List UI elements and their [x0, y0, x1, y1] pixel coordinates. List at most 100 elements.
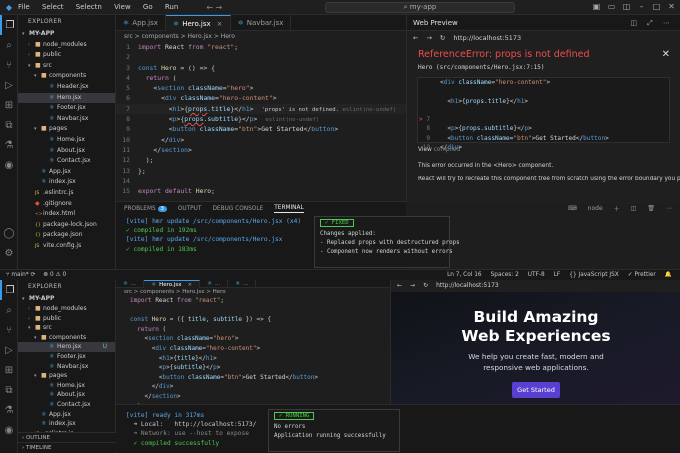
tree-file[interactable]: ⚛ App.jsx — [18, 167, 115, 178]
account-icon[interactable]: ◯ — [0, 223, 18, 243]
branch-name[interactable]: main* — [11, 272, 28, 278]
tree-file[interactable]: ⚛ Home.jsx — [18, 135, 115, 146]
run-debug-icon[interactable]: ▷ — [0, 75, 18, 95]
close-overlay-icon[interactable]: ✕ — [662, 49, 670, 60]
menu-view[interactable]: View — [114, 3, 131, 11]
tree-file[interactable]: ⚛ Header.jsx — [18, 82, 115, 93]
testing-icon[interactable]: ⚗ — [0, 400, 18, 420]
preview-controls[interactable]: ◫ ⤢ ⋯ — [630, 15, 674, 31]
breadcrumb[interactable]: src > components > Hero.jsx > Hero — [116, 31, 406, 42]
outline-section[interactable]: › OUTLINE — [18, 432, 116, 442]
tree-file[interactable]: {} package.json — [18, 230, 115, 241]
tree-folder[interactable]: ▾ ■ src — [18, 61, 115, 72]
sync-icon[interactable]: ⟳ — [31, 272, 36, 278]
tree-folder[interactable]: ▾ ■ pages — [18, 371, 115, 381]
tab-4[interactable]: ⚛... — [228, 280, 257, 288]
layout-icon[interactable]: ▣ — [592, 2, 601, 11]
add-terminal-icon[interactable]: ＋ — [614, 204, 620, 213]
tab-hero-jsx[interactable]: ⚛ Hero.jsx × — [165, 15, 231, 31]
trash-icon[interactable]: 🗑 — [647, 205, 655, 212]
panel-toggle-icon[interactable]: ▭ — [607, 2, 616, 11]
tree-file[interactable]: ⚛ Home.jsx — [18, 381, 115, 391]
terminal-shell-icon[interactable]: ⌨ — [568, 205, 577, 212]
minimize-icon[interactable]: – — [637, 2, 646, 11]
encoding[interactable]: UTF-8 — [528, 270, 545, 280]
split-terminal-icon[interactable]: ◫ — [631, 205, 637, 212]
close-tab-icon[interactable]: × — [217, 20, 223, 28]
eol[interactable]: LF — [554, 270, 561, 280]
github-icon[interactable]: ◉ — [0, 155, 18, 175]
reload-icon[interactable]: ↻ — [423, 280, 428, 292]
url-text[interactable]: http://localhost:5173 — [453, 31, 521, 45]
problems-status[interactable]: ⊗ 0 ⚠ 0 — [43, 272, 66, 278]
tree-folder[interactable]: ▾ ■ src — [18, 323, 115, 333]
panel-tab-debug-console[interactable]: DEBUG CONSOLE — [212, 206, 263, 212]
indentation[interactable]: Spaces: 2 — [491, 270, 519, 280]
remote-icon[interactable]: ⧉ — [0, 380, 18, 400]
tree-file[interactable]: ⚛ Contact.jsx — [18, 400, 115, 410]
testing-icon[interactable]: ⚗ — [0, 135, 18, 155]
menu-file[interactable]: File — [18, 3, 30, 11]
prettier-status[interactable]: ✓ Prettier — [628, 270, 656, 280]
tree-file[interactable]: ⚛ Navbar.jsx — [18, 114, 115, 125]
url-text-2[interactable]: http://localhost:5173 — [436, 280, 499, 292]
panel-tab-output[interactable]: OUTPUT — [178, 206, 202, 212]
tree-file[interactable]: ⚛ Footer.jsx — [18, 352, 115, 362]
menu-run[interactable]: Run — [165, 3, 178, 11]
tree-folder[interactable]: › ■ public — [18, 50, 115, 61]
tree-file[interactable]: ◆ .gitignore — [18, 199, 115, 210]
close-window-icon[interactable]: ✕ — [667, 2, 676, 11]
tree-root[interactable]: ▾ MY-APP — [18, 29, 115, 40]
maximize-icon[interactable]: □ — [652, 2, 661, 11]
forward-icon[interactable]: → — [410, 280, 415, 292]
bell-icon[interactable]: 🔔 — [665, 270, 672, 280]
reload-icon[interactable]: ↻ — [440, 31, 445, 45]
search-icon[interactable]: ⌕ — [0, 300, 18, 320]
tree-file[interactable]: JS vite.config.js — [18, 241, 115, 252]
tree-root-2[interactable]: ▾ MY-APP — [18, 294, 115, 304]
tree-file[interactable]: ⚛ Hero.jsx U — [18, 342, 115, 352]
tree-folder[interactable]: › ■ node_modules — [18, 304, 115, 314]
address-bar[interactable]: ← → ↻ http://localhost:5173 — [407, 31, 680, 45]
menu-selection[interactable]: Selectn — [76, 3, 102, 11]
tab-app-jsx[interactable]: ⚛ App.jsx — [116, 15, 166, 31]
tree-folder[interactable]: ▾ ■ pages — [18, 124, 115, 135]
terminal-name[interactable]: node — [588, 205, 603, 212]
files-icon[interactable]: ❐ — [0, 280, 18, 300]
cursor-position[interactable]: Ln 7, Col 16 — [447, 270, 482, 280]
settings-icon[interactable]: ⚙ — [0, 243, 18, 263]
tree-file[interactable]: ⚛ index.jsx — [18, 419, 115, 429]
back-icon[interactable]: ← — [413, 31, 418, 45]
nav-arrows[interactable]: ← → — [206, 3, 222, 12]
timeline-section[interactable]: › TIMELINE — [18, 442, 116, 452]
search-icon[interactable]: ⌕ — [0, 35, 18, 55]
tree-file[interactable]: JS.eslintrc.js — [18, 188, 115, 199]
tab-hero-jsx-2[interactable]: ⚛ Hero.jsx × — [144, 280, 201, 288]
run-debug-icon[interactable]: ▷ — [0, 340, 18, 360]
tree-file[interactable]: ⚛ Footer.jsx — [18, 103, 115, 114]
tree-folder[interactable]: › ■ public — [18, 314, 115, 324]
tree-file[interactable]: <>index.html — [18, 209, 115, 220]
files-icon[interactable]: ❐ — [0, 15, 18, 35]
code-editor[interactable]: 1 import React from "react"; 2 3 const Her… — [116, 42, 406, 196]
tree-file[interactable]: ⚛ Hero.jsx — [18, 92, 115, 104]
language-mode[interactable]: {} JavaScript JSX — [569, 270, 618, 280]
extensions-icon[interactable]: ⊞ — [0, 95, 18, 115]
source-control-icon[interactable]: ⑂ — [0, 320, 18, 340]
menu-select[interactable]: Select — [42, 3, 64, 11]
menu-go[interactable]: Go — [143, 3, 153, 11]
tab-navbar-jsx[interactable]: ⚛ Navbar.jsx — [231, 15, 292, 31]
back-icon[interactable]: ← — [397, 280, 402, 292]
command-center[interactable]: ⌕ my-app — [325, 2, 515, 13]
tree-file[interactable]: ⚛ App.jsx — [18, 410, 115, 420]
tree-folder[interactable]: › ■ node_modules — [18, 40, 115, 51]
github-icon[interactable]: ◉ — [0, 420, 18, 440]
split-icon[interactable]: ◫ — [622, 2, 631, 11]
tab-3[interactable]: ⚛... — [200, 280, 229, 288]
forward-icon[interactable]: → — [426, 31, 431, 45]
tree-file[interactable]: {} package-lock.json — [18, 220, 115, 231]
tree-folder[interactable]: ▾ ■ components — [18, 333, 115, 343]
tree-file[interactable]: ⚛ About.jsx — [18, 390, 115, 400]
extensions-icon[interactable]: ⊞ — [0, 360, 18, 380]
tree-file[interactable]: ⚛ Navbar.jsx — [18, 362, 115, 372]
